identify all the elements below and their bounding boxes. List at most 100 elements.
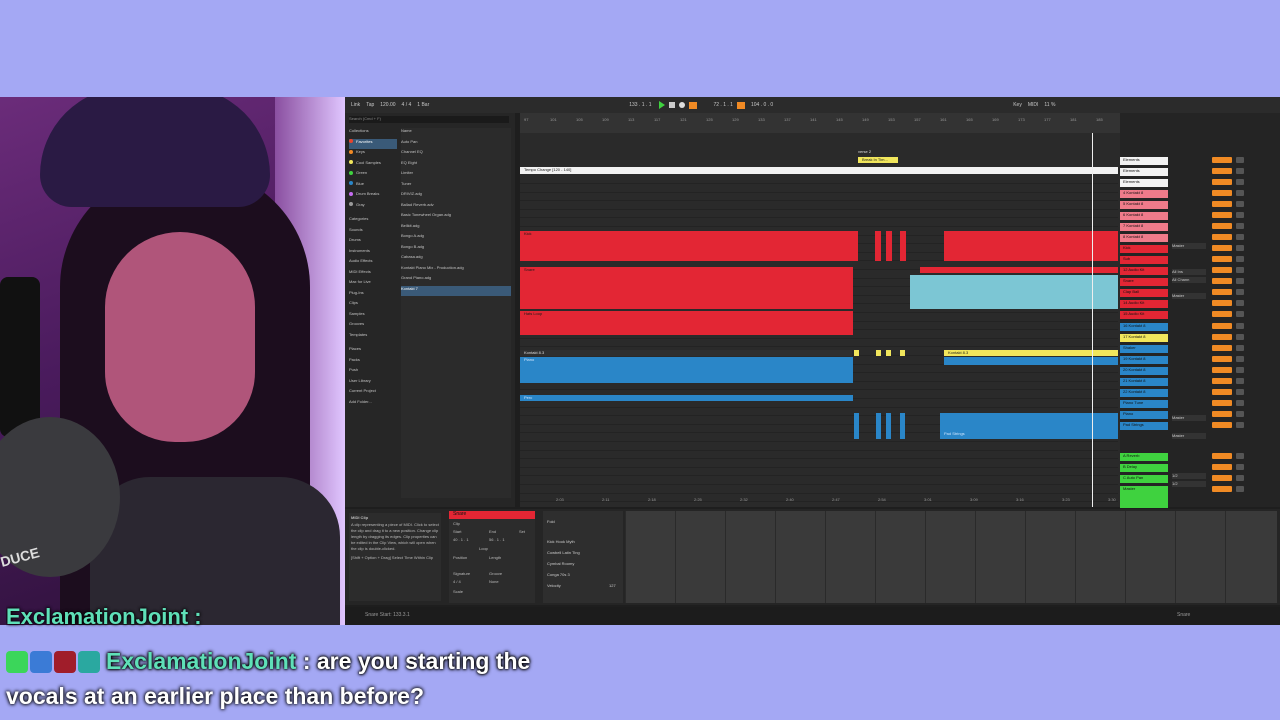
clip-name-field[interactable]: Snare — [449, 511, 535, 519]
file-item[interactable]: DRIVIZ.adg — [401, 191, 511, 202]
clip-kick-fill-1[interactable] — [875, 231, 881, 261]
clip-kontakt-small-4[interactable] — [900, 350, 905, 356]
file-item[interactable]: Channel EQ — [401, 149, 511, 160]
track-header[interactable]: Snare — [1120, 278, 1168, 287]
midi-map-button[interactable]: MIDI — [1028, 102, 1039, 108]
category-item[interactable]: Max for Live — [349, 279, 397, 290]
track-activator-button[interactable] — [1212, 234, 1232, 241]
loop-length-field[interactable]: 104 . 0 . 0 — [751, 102, 773, 108]
track-solo-button[interactable] — [1236, 333, 1244, 340]
track-solo-button[interactable] — [1236, 474, 1244, 481]
file-item[interactable]: Basic Tonewheel Organ.adg — [401, 212, 511, 223]
file-item[interactable]: Grand Piano.adg — [401, 275, 511, 286]
link-button[interactable]: Link — [351, 102, 360, 108]
track-activator-button[interactable] — [1212, 377, 1232, 384]
track-solo-button[interactable] — [1236, 201, 1244, 208]
track-activator-button[interactable] — [1212, 355, 1232, 362]
track-header[interactable]: Clap Ball — [1120, 289, 1168, 298]
clip-kontakt-small-2[interactable] — [876, 350, 881, 356]
track-header[interactable]: 8 Kontakt 8 — [1120, 234, 1168, 243]
track-solo-button[interactable] — [1236, 485, 1244, 492]
track-header[interactable]: Master — [1120, 485, 1168, 508]
track-header[interactable]: Pad Strings — [1120, 421, 1168, 430]
clip-cyan-audio[interactable] — [910, 275, 1118, 309]
file-item[interactable]: Limiter — [401, 170, 511, 181]
track-activator-button[interactable] — [1212, 322, 1232, 329]
clip-kontakt-small-1[interactable] — [854, 350, 859, 356]
drum-lane-name[interactable]: Cymbal Roomy — [547, 561, 574, 566]
groove-value[interactable]: None — [489, 579, 499, 584]
clip-blue-fill-2[interactable] — [876, 413, 881, 439]
file-item[interactable]: Bongo B.adg — [401, 244, 511, 255]
midi-note-editor[interactable] — [625, 511, 1277, 603]
track-solo-button[interactable] — [1236, 256, 1244, 263]
track-activator-button[interactable] — [1212, 344, 1232, 351]
set-button[interactable]: Set — [519, 529, 525, 534]
track-header[interactable]: Sub — [1120, 256, 1168, 265]
track-solo-button[interactable] — [1236, 377, 1244, 384]
signature-value[interactable]: 4 / 4 — [453, 579, 461, 584]
track-header[interactable]: 19 Kontakt 8 — [1120, 355, 1168, 364]
file-item[interactable]: Bongo A.adg — [401, 233, 511, 244]
collection-item[interactable]: Blue — [349, 181, 397, 192]
track-activator-button[interactable] — [1212, 366, 1232, 373]
category-item[interactable]: Grooves — [349, 321, 397, 332]
track-activator-button[interactable] — [1212, 300, 1232, 307]
collection-item[interactable]: Gray — [349, 202, 397, 213]
track-activator-button[interactable] — [1212, 333, 1232, 340]
track-header[interactable]: 20 Kontakt 8 — [1120, 366, 1168, 375]
track-header[interactable]: Kick — [1120, 245, 1168, 254]
quantize-menu[interactable]: 1 Bar — [417, 102, 429, 108]
collection-item[interactable]: Keys — [349, 149, 397, 160]
routing-menu[interactable]: Master — [1172, 293, 1206, 299]
arrangement-view[interactable]: 97 101 105 109 113 117 121 125 129 133 137 141 145 14… — [520, 113, 1120, 507]
drum-lane-name[interactable]: Kick Hook Myth — [547, 539, 575, 544]
track-solo-button[interactable] — [1236, 157, 1244, 163]
track-activator-button[interactable] — [1212, 223, 1232, 230]
track-solo-button[interactable] — [1236, 245, 1244, 252]
start-value[interactable]: 40 . 1 . 1 — [453, 537, 469, 542]
track-solo-button[interactable] — [1236, 234, 1244, 241]
playhead[interactable] — [1092, 133, 1093, 507]
locator-clip[interactable]: Break In Tim... — [858, 157, 898, 163]
tempo-field[interactable]: 120.00 — [380, 102, 395, 108]
track-header[interactable]: 21 Kontakt 8 — [1120, 377, 1168, 386]
stop-icon[interactable] — [669, 102, 676, 108]
position-field[interactable]: 133 . 1 . 1 — [629, 102, 651, 108]
clip-blue-fill-1[interactable] — [854, 413, 859, 439]
place-item[interactable]: Packs — [349, 357, 397, 368]
category-item[interactable]: MIDI Effects — [349, 269, 397, 280]
track-header[interactable]: Elements — [1120, 157, 1168, 165]
track-header[interactable]: Piano — [1120, 410, 1168, 419]
track-solo-button[interactable] — [1236, 463, 1244, 470]
track-solo-button[interactable] — [1236, 399, 1244, 406]
track-header[interactable]: 6 Kontakt 8 — [1120, 212, 1168, 221]
clip-blue-piano[interactable]: Piano — [520, 357, 853, 383]
category-item[interactable]: Sounds — [349, 227, 397, 238]
track-header[interactable]: 4 Kontakt 8 — [1120, 190, 1168, 199]
track-activator-button[interactable] — [1212, 278, 1232, 285]
collection-item[interactable]: Cool Samples — [349, 160, 397, 171]
automation-arm-icon[interactable] — [689, 101, 698, 109]
track-activator-button[interactable] — [1212, 474, 1232, 481]
clip-snare[interactable]: Snare — [520, 267, 853, 309]
track-activator-button[interactable] — [1212, 485, 1232, 492]
track-solo-button[interactable] — [1236, 168, 1244, 175]
place-item[interactable]: Current Project — [349, 388, 397, 399]
tap-button[interactable]: Tap — [366, 102, 374, 108]
loop-start-field[interactable]: 72 . 1 . 1 — [713, 102, 732, 108]
signature-field[interactable]: 4 / 4 — [402, 102, 412, 108]
track-solo-button[interactable] — [1236, 410, 1244, 417]
routing-menu[interactable]: All Chann — [1172, 277, 1206, 283]
category-item[interactable]: Instruments — [349, 248, 397, 259]
track-header[interactable]: Elements — [1120, 168, 1168, 177]
key-map-button[interactable]: Key — [1013, 102, 1022, 108]
track-activator-button[interactable] — [1212, 245, 1232, 252]
locator-verse2[interactable]: verse 2 — [858, 149, 871, 154]
clip-kick-fill-2[interactable] — [886, 231, 892, 261]
track-activator-button[interactable] — [1212, 212, 1232, 219]
track-activator-button[interactable] — [1212, 168, 1232, 175]
record-icon[interactable] — [679, 102, 686, 108]
track-activator-button[interactable] — [1212, 256, 1232, 263]
tempo-automation-lane[interactable]: Tempo Change [120 - 140] — [520, 167, 1118, 174]
